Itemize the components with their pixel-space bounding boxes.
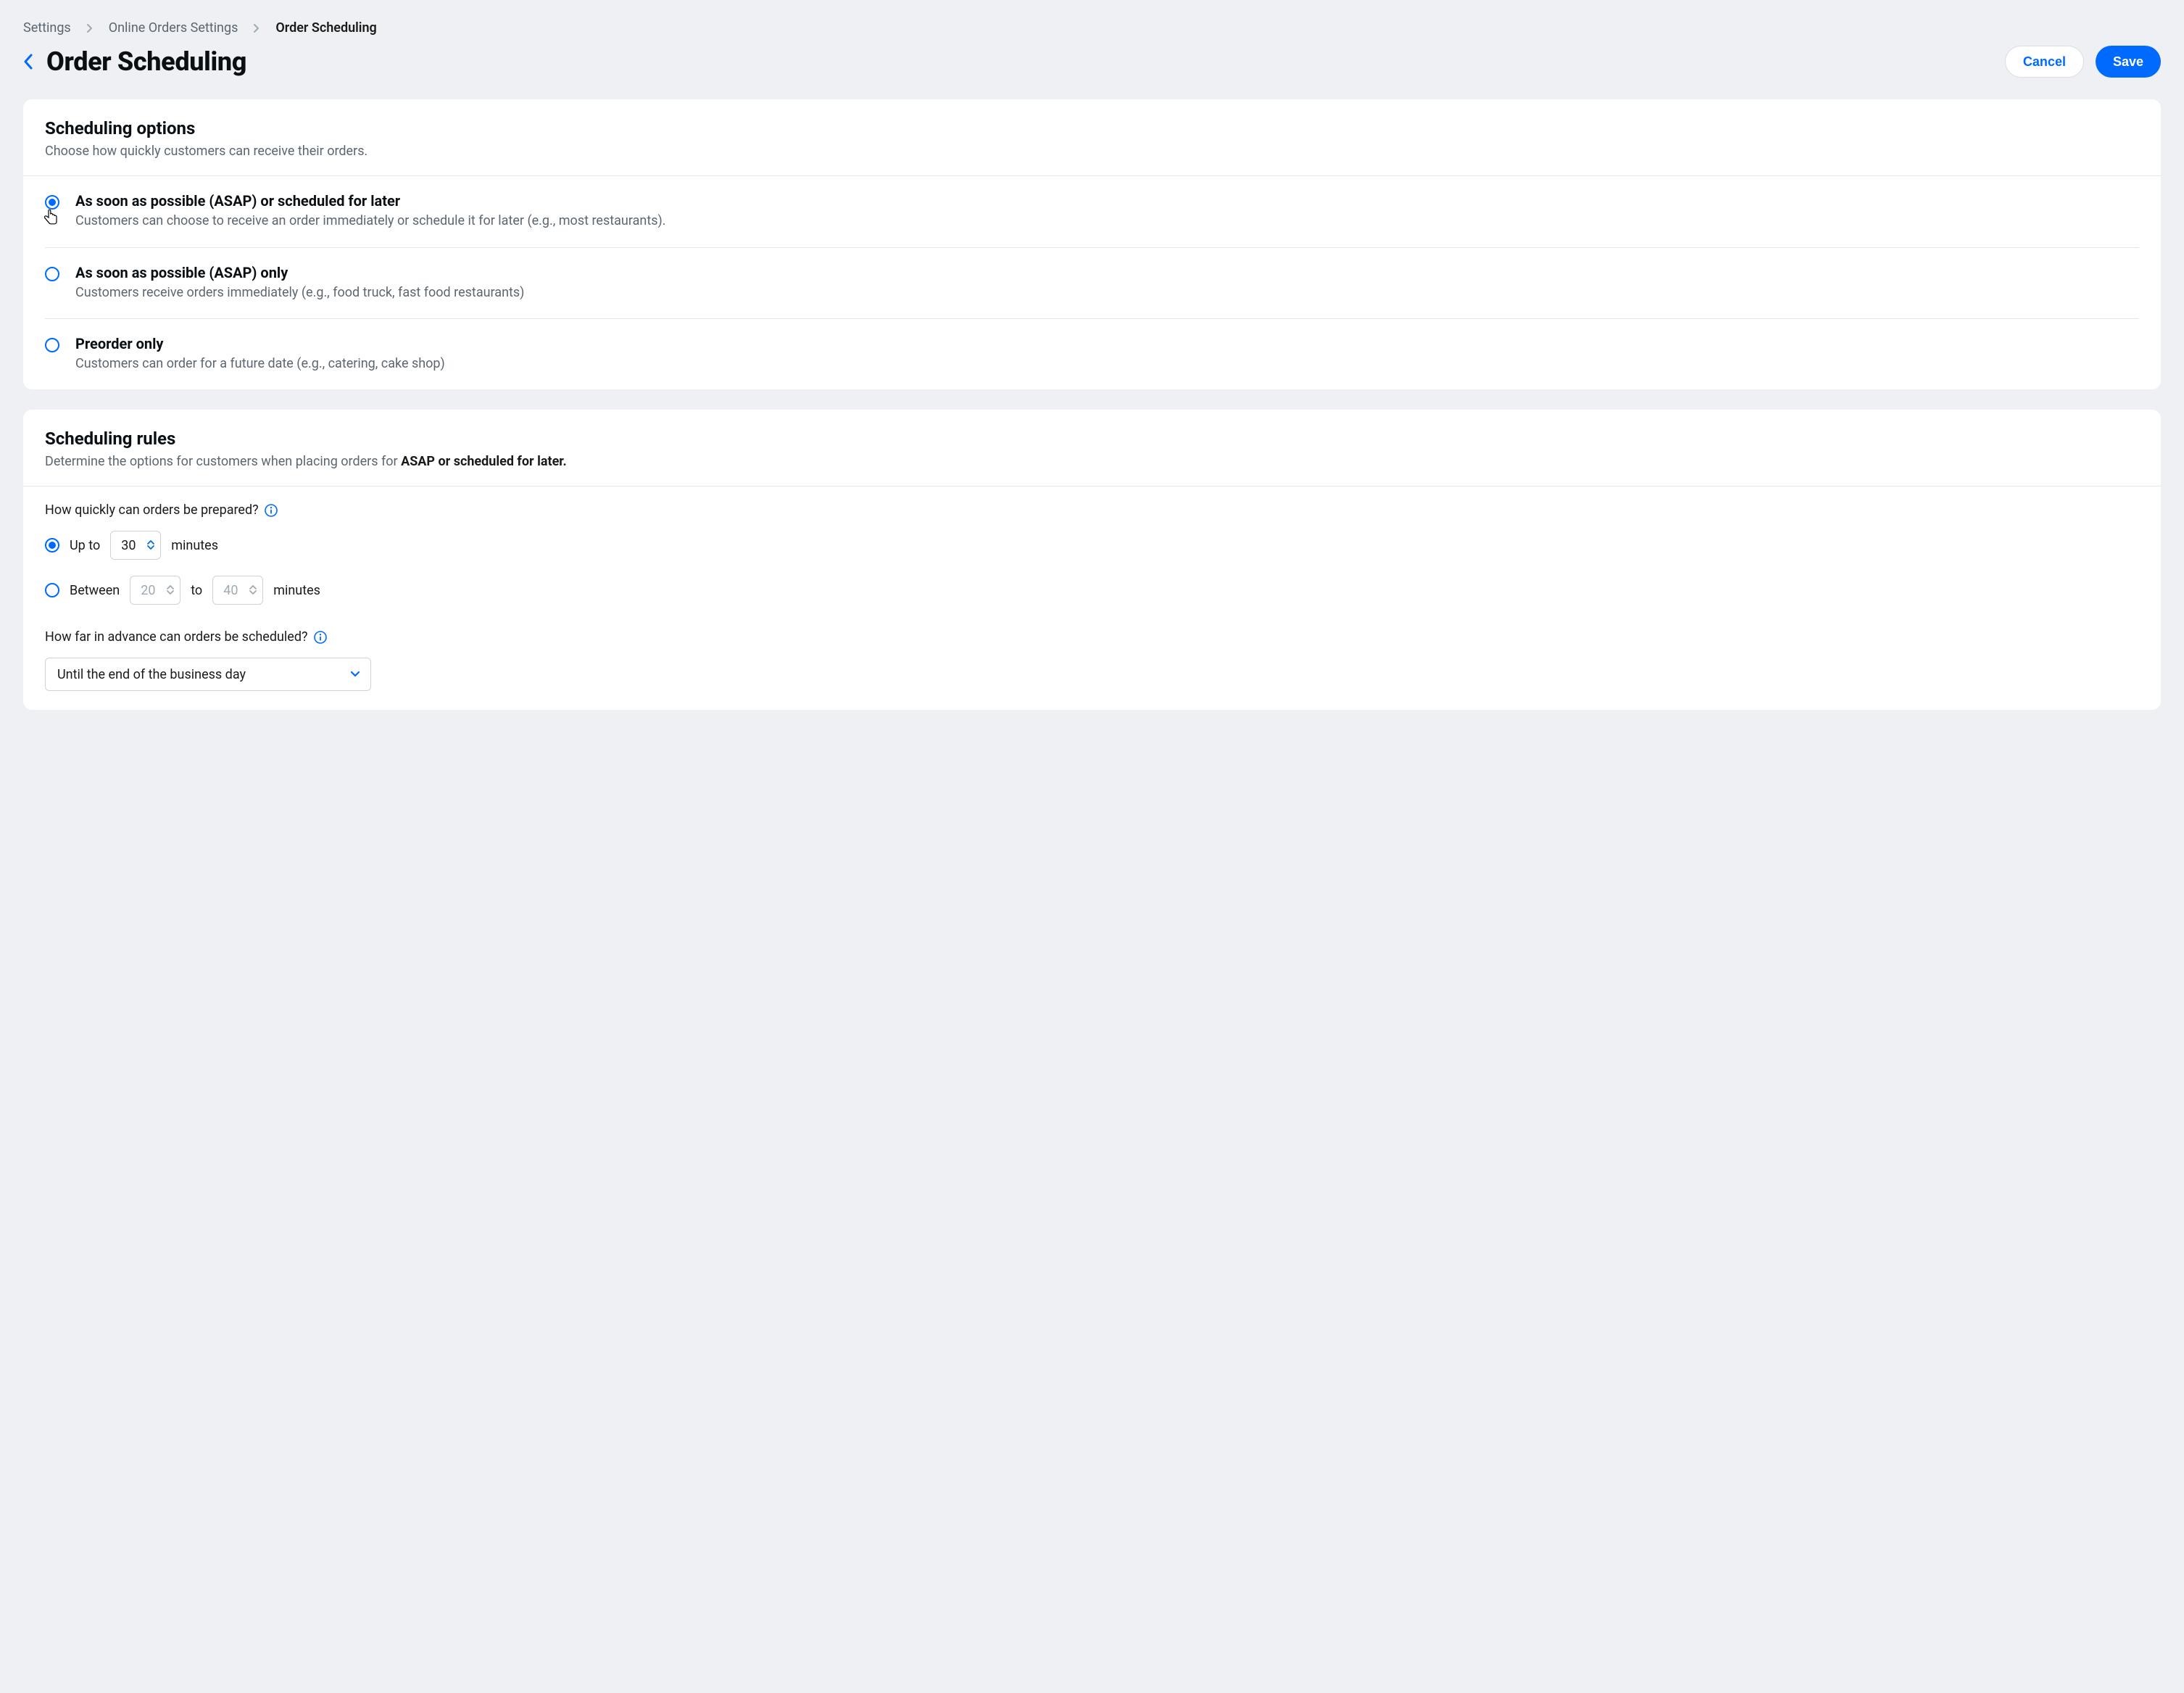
page-title: Order Scheduling — [46, 46, 246, 77]
scheduling-options-card: Scheduling options Choose how quickly cu… — [23, 99, 2161, 389]
advance-question: How far in advance can orders be schedul… — [45, 629, 308, 645]
between-label-post: minutes — [273, 583, 320, 598]
upto-label-post: minutes — [171, 538, 218, 553]
scheduling-options-subtitle: Choose how quickly customers can receive… — [45, 141, 2139, 161]
radio-selected[interactable] — [45, 195, 59, 231]
radio-unselected[interactable] — [45, 267, 59, 302]
option-title: As soon as possible (ASAP) or scheduled … — [75, 192, 666, 210]
stepper-up-icon[interactable] — [167, 584, 174, 590]
between-label-pre: Between — [70, 583, 120, 598]
between-max-value: 40 — [223, 583, 242, 598]
between-max-stepper[interactable]: 40 — [212, 576, 263, 605]
info-icon[interactable] — [314, 631, 327, 644]
prep-between-option[interactable]: Between 20 to 40 — [45, 576, 2139, 605]
breadcrumb-settings[interactable]: Settings — [23, 20, 71, 36]
scheduling-option-preorder-only[interactable]: Preorder only Customers can order for a … — [45, 319, 2139, 389]
scheduling-rules-subtitle: Determine the options for customers when… — [45, 452, 2139, 471]
option-title: Preorder only — [75, 335, 445, 352]
between-min-stepper[interactable]: 20 — [130, 576, 180, 605]
advance-schedule-value: Until the end of the business day — [57, 667, 246, 682]
chevron-right-icon — [87, 24, 93, 33]
option-description: Customers receive orders immediately (e.… — [75, 283, 524, 302]
option-title: As soon as possible (ASAP) only — [75, 264, 524, 281]
radio-unselected[interactable] — [45, 583, 59, 597]
breadcrumb-online-orders-settings[interactable]: Online Orders Settings — [109, 20, 238, 36]
back-button[interactable] — [23, 54, 33, 70]
scheduling-option-asap-only[interactable]: As soon as possible (ASAP) only Customer… — [45, 248, 2139, 319]
scheduling-rules-title: Scheduling rules — [45, 429, 2139, 449]
upto-minutes-stepper[interactable]: 30 — [110, 531, 161, 560]
radio-unselected[interactable] — [45, 338, 59, 373]
prep-upto-option[interactable]: Up to 30 minutes — [45, 531, 2139, 560]
upto-label-pre: Up to — [70, 538, 100, 553]
upto-minutes-value: 30 — [121, 538, 140, 553]
option-description: Customers can order for a future date (e… — [75, 354, 445, 373]
chevron-right-icon — [254, 24, 259, 33]
stepper-down-icon[interactable] — [147, 545, 154, 551]
advance-schedule-select[interactable]: Until the end of the business day — [45, 658, 371, 691]
scheduling-options-title: Scheduling options — [45, 118, 2139, 138]
scheduling-rules-card: Scheduling rules Determine the options f… — [23, 410, 2161, 710]
breadcrumb-current: Order Scheduling — [275, 20, 376, 36]
stepper-down-icon[interactable] — [249, 590, 257, 596]
stepper-up-icon[interactable] — [147, 539, 154, 545]
scheduling-option-asap-or-later[interactable]: As soon as possible (ASAP) or scheduled … — [45, 176, 2139, 248]
between-min-value: 20 — [141, 583, 159, 598]
breadcrumb: Settings Online Orders Settings Order Sc… — [23, 20, 2161, 36]
radio-selected[interactable] — [45, 538, 59, 552]
between-to-label: to — [191, 583, 202, 598]
info-icon[interactable] — [265, 504, 278, 517]
chevron-down-icon — [350, 671, 360, 678]
stepper-up-icon[interactable] — [249, 584, 257, 590]
cancel-button[interactable]: Cancel — [2005, 46, 2084, 78]
prep-time-question: How quickly can orders be prepared? — [45, 502, 259, 518]
save-button[interactable]: Save — [2096, 46, 2161, 78]
pointer-cursor-icon — [42, 218, 59, 231]
option-description: Customers can choose to receive an order… — [75, 211, 666, 231]
stepper-down-icon[interactable] — [167, 590, 174, 596]
